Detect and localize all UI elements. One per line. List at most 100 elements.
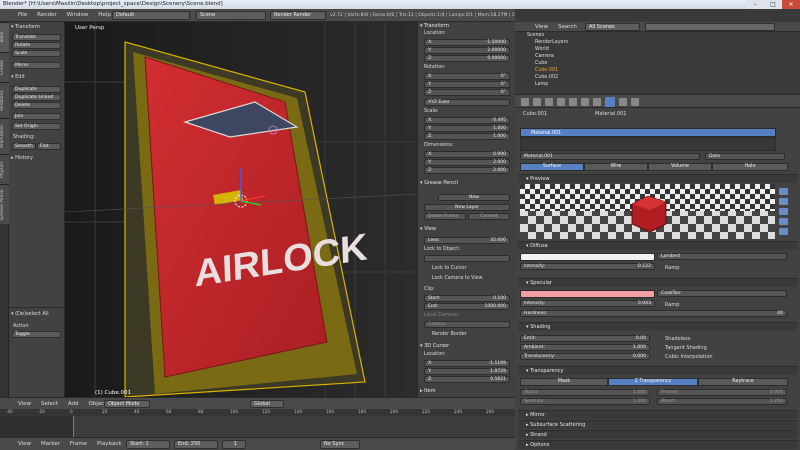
location-x-field[interactable]: X: -1.50000 [424, 39, 510, 46]
current-frame-field[interactable]: 1 [222, 440, 246, 449]
close-button[interactable]: ✕ [782, 0, 800, 9]
timeline[interactable]: -40 -20 0 20 40 60 80 100 120 140 160 18… [0, 409, 515, 437]
flat-button[interactable]: Flat [37, 143, 61, 150]
transparency-section-header[interactable]: ▾ Transparency [518, 366, 798, 375]
cursor-y-field[interactable]: Y: 1.9729 [424, 368, 510, 375]
view-panel-header[interactable]: ▾ View [420, 225, 514, 233]
scene-selector[interactable]: Scene [196, 11, 266, 20]
mode-dropdown[interactable]: Object Mode [104, 400, 150, 408]
tab-relations[interactable]: Relations [0, 82, 9, 118]
hardness-field[interactable]: Hardness: 40 [520, 310, 787, 317]
3d-cursor-panel-header[interactable]: ▾ 3D Cursor [420, 342, 514, 350]
rotate-button[interactable]: Rotate [12, 42, 61, 49]
preview-section-header[interactable]: ▾ Preview [518, 174, 798, 183]
tangent-shading-checkbox[interactable]: Tangent Shading [665, 345, 707, 351]
rotation-mode-dropdown[interactable]: XYZ Euler [424, 99, 510, 106]
emit-field[interactable]: Emit: 0.00 [520, 335, 650, 342]
options-section-header[interactable]: ▸ Options [518, 440, 798, 449]
set-origin-button[interactable]: Set Origin [12, 123, 61, 130]
sync-dropdown[interactable]: No Sync [320, 440, 360, 449]
grease-pencil-panel-header[interactable]: ▾ Grease Pencil [420, 179, 514, 187]
outliner-item[interactable]: Cube.001 [535, 67, 795, 74]
tab-animation[interactable]: Animation [0, 118, 9, 154]
minimize-button[interactable]: – [746, 0, 764, 9]
material-slot-list[interactable] [520, 137, 776, 151]
render-engine-selector[interactable]: Render Render [270, 11, 326, 20]
delete-button[interactable]: Delete [12, 102, 61, 109]
specular-ramp-checkbox[interactable]: Ramp [665, 302, 679, 308]
shading-section-header[interactable]: ▾ Shading [518, 322, 798, 331]
mirror-button[interactable]: Mirror [12, 62, 61, 69]
scale-x-field[interactable]: X: 0.495 [424, 117, 510, 124]
duplicate-button[interactable]: Duplicate [12, 86, 61, 93]
render-border-checkbox[interactable]: Render Border [432, 332, 467, 337]
ambient-field[interactable]: Ambient: 1.000 [520, 344, 650, 351]
clip-start-field[interactable]: Start: 0.100 [424, 295, 510, 302]
grease-delete-frame-button[interactable]: Delete Frame [424, 213, 466, 220]
tab-grease-pencil[interactable]: Grease Pencil [0, 184, 9, 224]
grease-convert-button[interactable]: Convert [468, 213, 510, 220]
cursor-x-field[interactable]: X: -1.1109 [424, 360, 510, 367]
tab-physics[interactable]: Physics [0, 154, 9, 184]
timeline-playback-menu[interactable]: Playback [93, 438, 126, 450]
tab-raytrace[interactable]: Raytrace [698, 378, 788, 386]
layout-selector[interactable]: Default [112, 11, 190, 20]
menu-render[interactable]: Render [33, 9, 61, 21]
scale-button[interactable]: Scale [12, 50, 61, 57]
cursor-z-field[interactable]: Z: 0.5621 [424, 376, 510, 383]
tab-volume[interactable]: Volume [648, 163, 712, 171]
timeline-marker-menu[interactable]: Marker [37, 438, 64, 450]
smooth-button[interactable]: Smooth [12, 143, 36, 150]
outliner-view-menu[interactable]: View [531, 22, 552, 32]
rotation-y-field[interactable]: Y: 0° [424, 81, 510, 88]
outliner-search-menu[interactable]: Search [554, 22, 581, 32]
tab-wire[interactable]: Wire [584, 163, 648, 171]
specular-intensity-slider[interactable]: Intensity: 0.043 [520, 300, 655, 307]
end-frame-field[interactable]: End: 250 [174, 440, 218, 449]
translate-button[interactable]: Translate [12, 34, 61, 41]
lens-field[interactable]: Lens: 35.000 [424, 237, 510, 244]
operator-section-header[interactable]: ▾ (De)select All [11, 311, 49, 317]
tab-halo[interactable]: Halo [712, 163, 788, 171]
lock-object-field[interactable] [424, 255, 510, 262]
menu-file[interactable]: File [14, 9, 31, 21]
tab-tools[interactable]: Tools [0, 22, 9, 52]
diffuse-ramp-checkbox[interactable]: Ramp [665, 265, 679, 271]
dimension-x-field[interactable]: X: 0.990 [424, 151, 510, 158]
start-frame-field[interactable]: Start: 1 [126, 440, 170, 449]
alpha-field[interactable]: Alpha: 1.000 [520, 389, 650, 396]
fresnel-field[interactable]: Fresnel: 0.000 [657, 389, 787, 396]
timeline-view-menu[interactable]: View [14, 438, 35, 450]
scale-z-field[interactable]: Z: 1.000 [424, 133, 510, 140]
outliner-item[interactable]: Lamp [535, 81, 795, 88]
transform-panel-header[interactable]: ▾ Transform [420, 22, 514, 30]
blend-field[interactable]: Blend: 1.250 [657, 398, 787, 405]
preview-type-icons[interactable] [778, 184, 790, 239]
data-link-dropdown[interactable]: Data [705, 153, 785, 160]
timeline-frame-menu[interactable]: Frame [66, 438, 91, 450]
specular-section-header[interactable]: ▾ Specular [518, 278, 798, 287]
outliner-item[interactable]: Scenes [527, 32, 787, 39]
outliner-item[interactable]: World [535, 46, 795, 53]
rotation-x-field[interactable]: X: 0° [424, 73, 510, 80]
tab-surface[interactable]: Surface [520, 163, 584, 171]
specular-transparency-field[interactable]: Specular: 1.000 [520, 398, 650, 405]
translucency-field[interactable]: Translucency: 0.000 [520, 353, 650, 360]
dimension-y-field[interactable]: Y: 2.000 [424, 159, 510, 166]
tab-z-transparency[interactable]: Z Transparency [608, 378, 698, 386]
location-z-field[interactable]: Z: 0.00000 [424, 55, 510, 62]
rotation-z-field[interactable]: Z: 0° [424, 89, 510, 96]
specular-color-swatch[interactable] [520, 290, 655, 298]
outliner-item[interactable]: Cube [535, 60, 795, 67]
menu-window[interactable]: Window [63, 9, 93, 21]
transform-section-header[interactable]: ▾ Transform [11, 24, 40, 30]
material-name-field[interactable]: Material.001 [520, 153, 700, 160]
shadeless-checkbox[interactable]: Shadeless [665, 336, 690, 342]
tab-mask[interactable]: Mask [520, 378, 608, 386]
outliner-item[interactable]: RenderLayers [535, 39, 795, 46]
tab-create[interactable]: Create [0, 52, 9, 82]
grease-new-button[interactable]: New [438, 194, 510, 201]
clip-end-field[interactable]: End: 1000.000 [424, 303, 510, 310]
action-dropdown[interactable]: Toggle [12, 331, 61, 338]
outliner-scope-dropdown[interactable]: All Scenes [585, 23, 640, 31]
